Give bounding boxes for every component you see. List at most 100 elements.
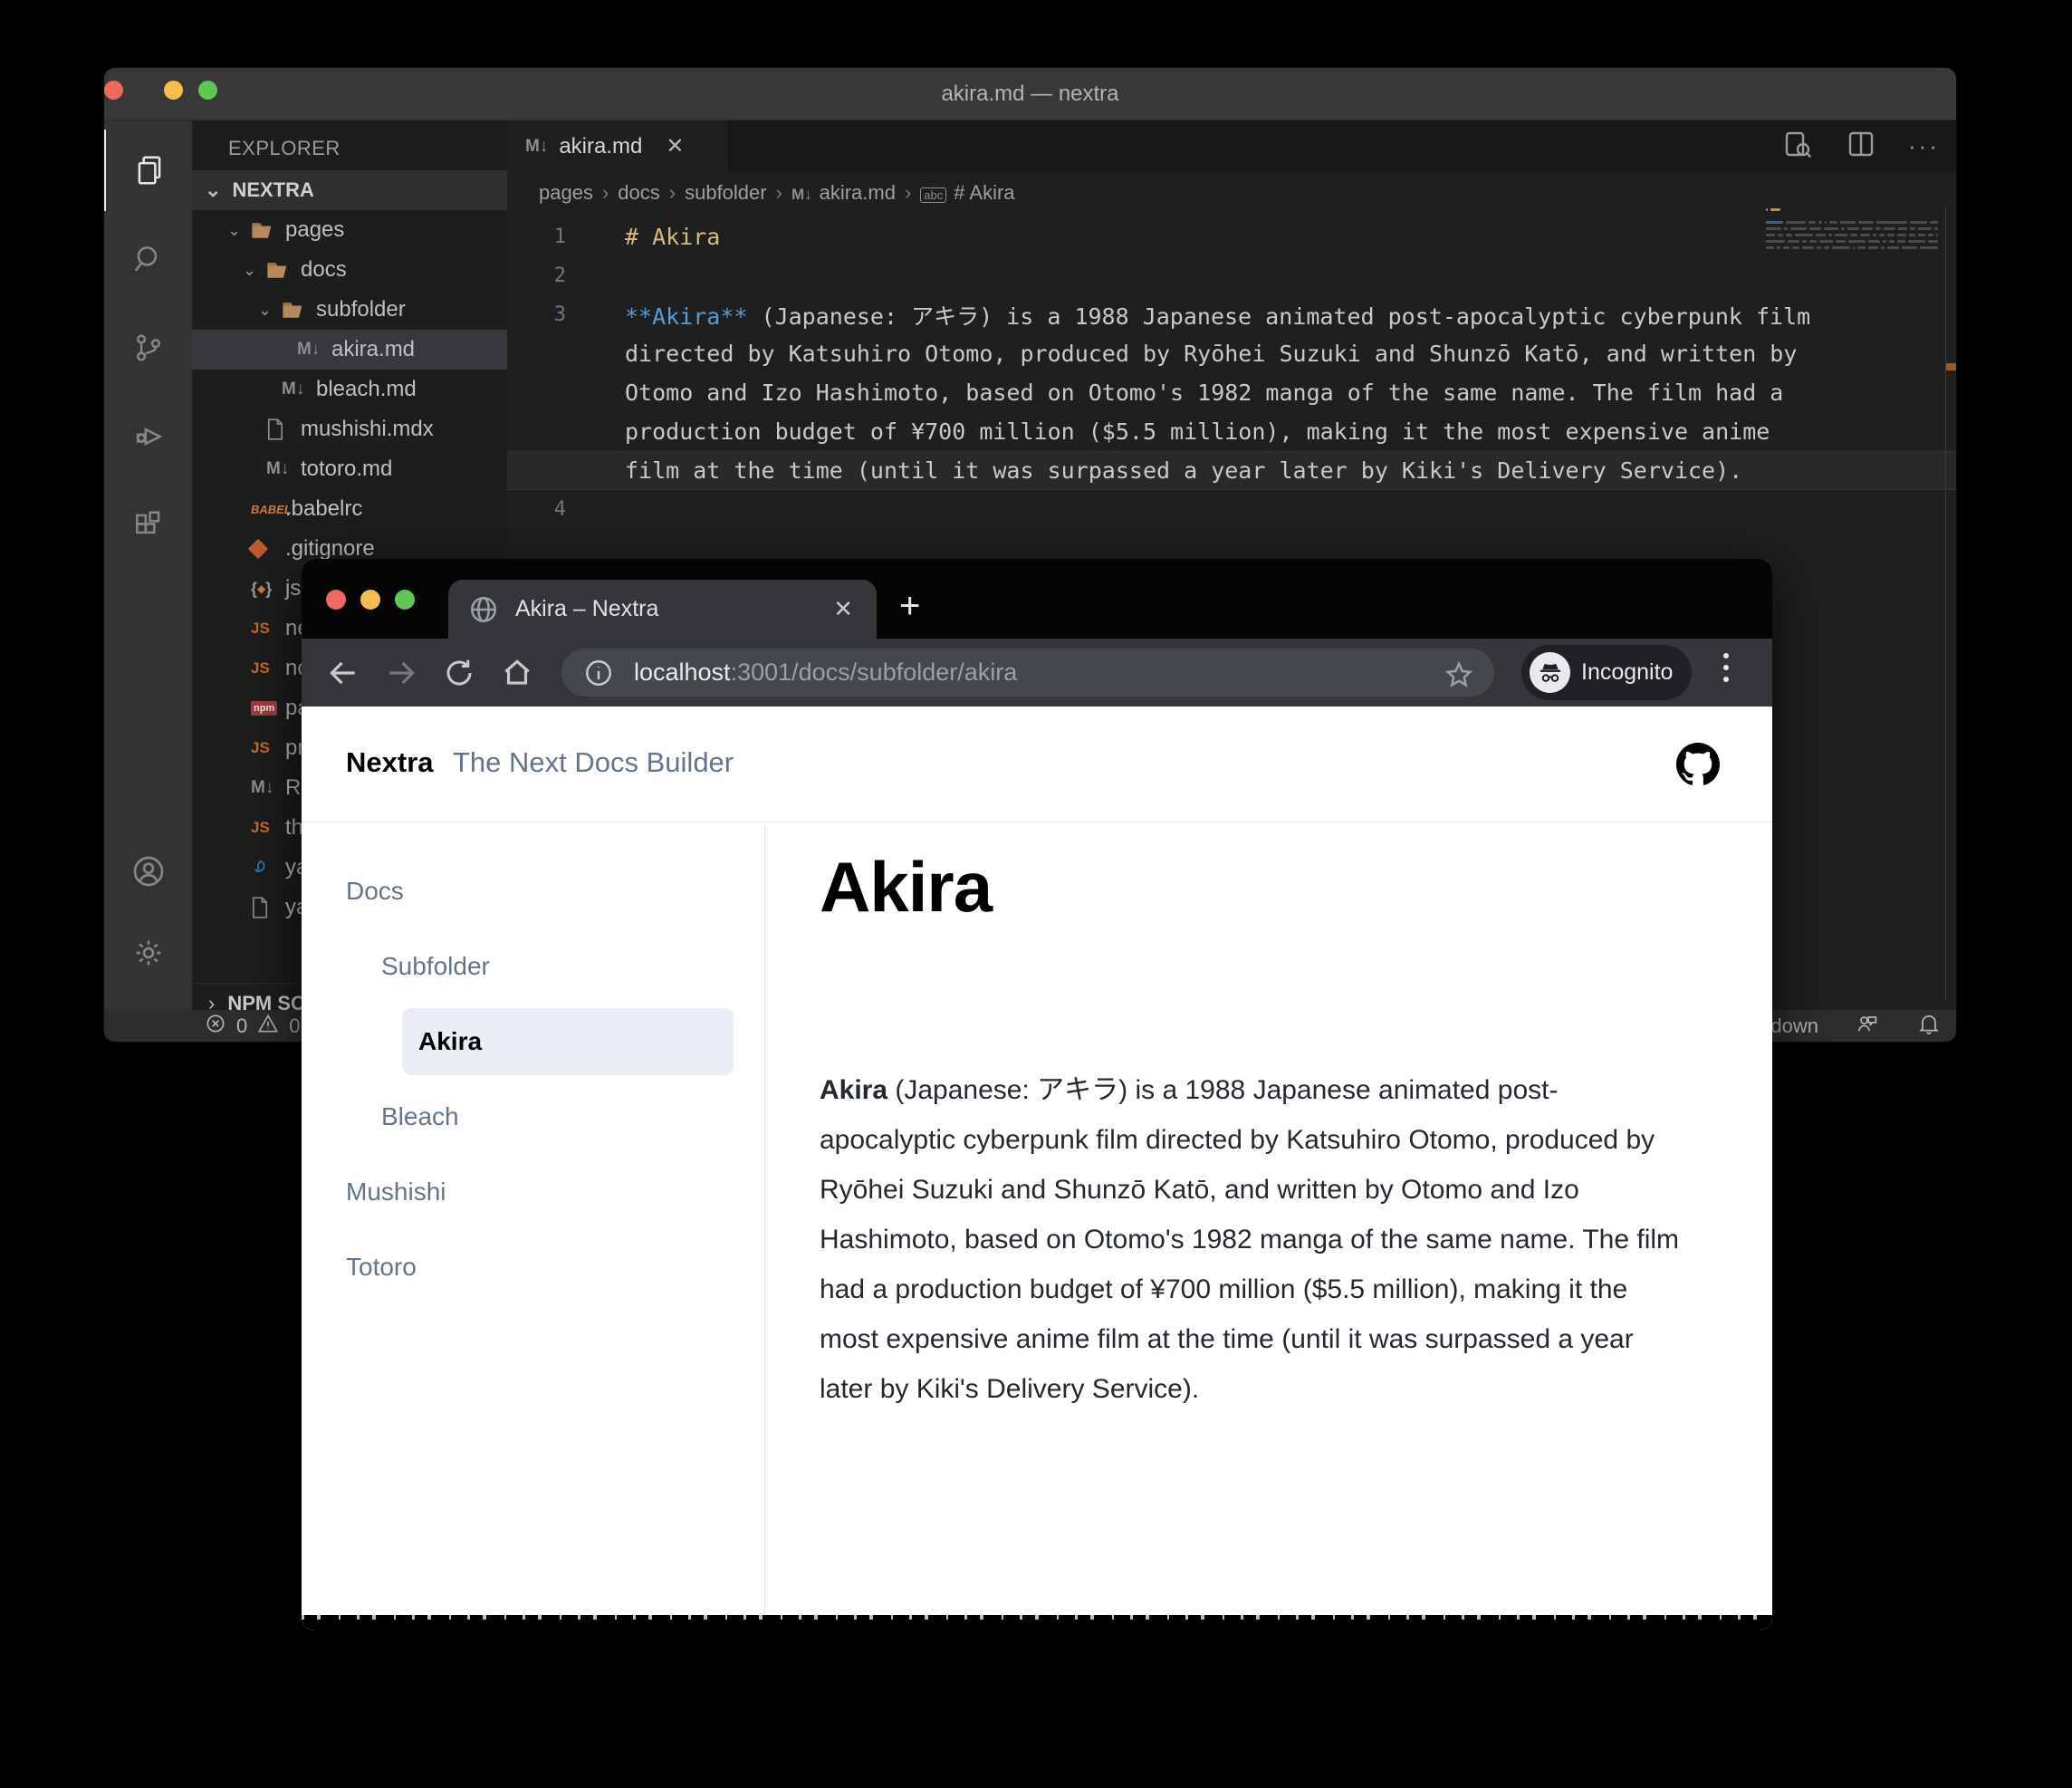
source-control-icon[interactable] xyxy=(104,307,192,389)
breadcrumb-separator: › xyxy=(601,181,609,204)
sidebar-item-mushishi[interactable]: Mushishi xyxy=(302,1154,764,1229)
tree-item-bleach-md[interactable]: M↓ bleach.md xyxy=(192,370,507,409)
url-path: :3001/docs/subfolder/akira xyxy=(730,658,1018,686)
site-header: Nextra The Next Docs Builder xyxy=(302,707,1772,822)
problems-status[interactable]: 0 0 xyxy=(204,1012,301,1041)
code-line[interactable]: 3 **Akira** (Japanese: アキラ) is a 1988 Jap… xyxy=(507,295,1956,334)
zoom-traffic-light[interactable] xyxy=(395,590,415,610)
file-label: totoro.md xyxy=(301,457,393,481)
tree-item-subfolder[interactable]: ⌄ subfolder xyxy=(192,290,507,330)
tree-item--babelrc[interactable]: BABEL .babelrc xyxy=(192,489,507,529)
chevron-down-icon: ⌄ xyxy=(205,178,222,201)
active-sidebar-pill[interactable]: Akira xyxy=(402,1007,734,1075)
breadcrumb-item[interactable]: M↓ akira.md xyxy=(791,181,896,205)
tree-item-pages[interactable]: ⌄ pages xyxy=(192,210,507,250)
breadcrumb-separator: › xyxy=(904,181,912,204)
sidebar-item-totoro[interactable]: Totoro xyxy=(302,1229,764,1304)
code-line[interactable]: production budget of ¥700 million ($5.5 … xyxy=(507,412,1956,451)
markdown-icon: M↓ xyxy=(297,340,321,359)
chevron-right-icon: › xyxy=(208,991,216,1011)
workspace-section-header[interactable]: ⌄ NEXTRA xyxy=(192,170,507,210)
incognito-label: Incognito xyxy=(1581,659,1674,685)
accounts-icon[interactable] xyxy=(104,831,192,912)
folder-icon xyxy=(282,300,316,320)
git-icon xyxy=(247,538,285,560)
line-number: 3 xyxy=(553,303,566,326)
code-line[interactable]: 4 xyxy=(507,490,1956,529)
github-icon[interactable] xyxy=(1676,743,1720,791)
tree-item-akira-md[interactable]: M↓ akira.md xyxy=(192,330,507,370)
incognito-icon xyxy=(1530,652,1570,693)
minimap-line xyxy=(1766,213,1938,219)
code-line[interactable]: 1 # Akira xyxy=(507,217,1956,256)
forward-icon[interactable] xyxy=(372,656,430,690)
code-line[interactable]: film at the time (until it was surpassed… xyxy=(507,451,1956,490)
minimize-traffic-light[interactable] xyxy=(360,590,380,610)
site-brand[interactable]: Nextra xyxy=(346,746,434,779)
code-line[interactable]: directed by Katsuhiro Otomo, produced by… xyxy=(507,334,1956,373)
back-icon[interactable] xyxy=(314,656,372,690)
file-label: docs xyxy=(301,257,347,282)
breadcrumb-item[interactable]: docs xyxy=(618,181,659,205)
breadcrumb-item[interactable]: subfolder xyxy=(685,181,767,205)
tree-item-docs[interactable]: ⌄ docs xyxy=(192,250,507,290)
file-label: subfolder xyxy=(316,297,406,322)
minimap[interactable] xyxy=(1766,207,1939,257)
markdown-icon: M↓ xyxy=(282,380,305,399)
js-icon: JS xyxy=(251,620,270,637)
extensions-icon[interactable] xyxy=(104,485,192,566)
split-editor-icon[interactable] xyxy=(1845,128,1877,165)
line-number: 4 xyxy=(553,498,566,521)
vscode-titlebar[interactable]: akira.md — nextra xyxy=(104,68,1956,120)
warning-count: 0 xyxy=(289,1014,301,1037)
browser-menu-icon[interactable] xyxy=(1723,653,1729,682)
code-editor[interactable]: 1 # Akira 2 3 **Akira** (Japanese: アキラ) is a… xyxy=(507,217,1956,529)
bookmark-star-icon[interactable] xyxy=(1444,659,1474,697)
symbol-string-icon: abc xyxy=(920,187,947,203)
search-icon[interactable] xyxy=(104,218,192,300)
tree-item-totoro-md[interactable]: M↓ totoro.md xyxy=(192,449,507,489)
file-label: .gitignore xyxy=(285,536,375,561)
code-line[interactable]: Otomo and Izo Hashimoto, based on Otomo'… xyxy=(507,373,1956,412)
overview-ruler-marker xyxy=(1946,363,1956,370)
tab-label: akira.md xyxy=(559,133,643,159)
browser-tab[interactable]: Akira – Nextra ✕ xyxy=(448,580,877,639)
chevron-down-icon: ⌄ xyxy=(243,260,257,279)
run-debug-icon[interactable] xyxy=(104,396,192,477)
more-actions-icon[interactable]: ··· xyxy=(1908,132,1940,160)
breadcrumb-item[interactable]: pages xyxy=(539,181,593,205)
close-traffic-light[interactable] xyxy=(326,590,346,610)
new-tab-button[interactable]: + xyxy=(899,586,920,627)
markdown-icon: M↓ xyxy=(266,459,290,478)
sidebar-item-bleach[interactable]: Bleach xyxy=(302,1079,764,1154)
close-tab-icon[interactable]: ✕ xyxy=(833,595,853,623)
home-icon[interactable] xyxy=(488,656,546,690)
tab-akira-md[interactable]: M↓ akira.md ✕ xyxy=(507,120,729,172)
js-icon: JS xyxy=(251,739,270,756)
settings-gear-icon[interactable] xyxy=(104,912,192,994)
open-preview-icon[interactable] xyxy=(1781,128,1814,165)
explorer-header: EXPLORER xyxy=(228,137,341,159)
babel-icon: BABEL xyxy=(251,502,292,516)
tree-item-mushishi-mdx[interactable]: mushishi.mdx xyxy=(192,409,507,449)
sidebar-item-subfolder[interactable]: Subfolder xyxy=(302,928,764,1004)
reload-icon[interactable] xyxy=(430,657,488,689)
chevron-down-icon: ⌄ xyxy=(258,300,273,319)
site-info-icon[interactable] xyxy=(583,658,614,688)
editor-actions: ··· xyxy=(1781,120,1940,172)
explorer-icon[interactable] xyxy=(104,130,192,211)
page-title: Akira xyxy=(820,847,993,927)
breadcrumb[interactable]: pages › docs › subfolder › M↓ akira.md › abc # Aki… xyxy=(507,172,1956,214)
breadcrumb-item[interactable]: abc # Akira xyxy=(920,181,1015,205)
notifications-bell-icon[interactable] xyxy=(1916,1011,1942,1042)
close-tab-icon[interactable]: ✕ xyxy=(666,133,684,159)
folder-icon xyxy=(251,220,285,240)
code-line[interactable]: 2 xyxy=(507,256,1956,295)
minimap-line xyxy=(1766,245,1938,251)
address-bar[interactable]: localhost:3001/docs/subfolder/akira xyxy=(561,649,1494,697)
line-number: 2 xyxy=(553,264,566,287)
feedback-icon[interactable] xyxy=(1855,1011,1880,1042)
sidebar-item-akira[interactable]: Akira xyxy=(302,1004,764,1079)
json-icon: {◆} xyxy=(251,579,273,598)
sidebar-item-docs[interactable]: Docs xyxy=(302,853,764,928)
